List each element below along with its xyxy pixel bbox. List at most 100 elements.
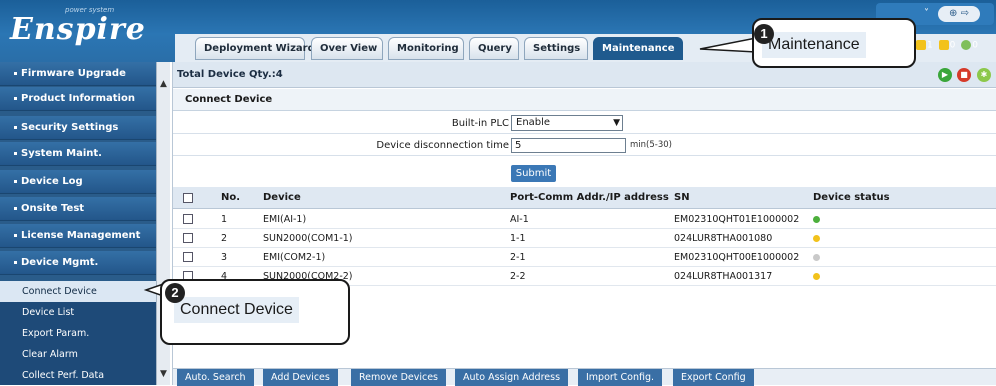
sidebar-item-label: Product Information: [21, 93, 135, 104]
stop-icon[interactable]: ■: [957, 68, 971, 82]
settings-icon[interactable]: ✱: [977, 68, 991, 82]
major-alarm-icon: [916, 40, 926, 50]
auto-assign-address-button[interactable]: Auto Assign Address: [455, 369, 569, 386]
row-device: SUN2000(COM1-1): [263, 233, 353, 244]
sidebar-item-label: System Maint.: [21, 148, 102, 159]
table-row[interactable]: 2 SUN2000(COM1-1) 1-1 024LUR8THA001080: [173, 229, 996, 248]
callout-2-number: 2: [165, 283, 185, 303]
logo-wordmark: Enspire: [10, 12, 146, 47]
row-checkbox[interactable]: [183, 233, 193, 243]
bullet-icon: [14, 96, 17, 100]
plc-label: Built-in PLC: [451, 118, 509, 129]
sidebar-item-device-mgmt[interactable]: Device Mgmt.: [0, 251, 156, 275]
row-device: EMI(AI-1): [263, 214, 307, 225]
tab-settings[interactable]: Settings: [524, 37, 588, 60]
row-no: 2: [221, 233, 228, 244]
sidebar-item-label: Onsite Test: [21, 203, 85, 214]
sidebar-item-license-management[interactable]: License Management: [0, 224, 156, 248]
sidebar-item-label: License Management: [21, 230, 141, 241]
chevron-down-icon: ▼: [613, 118, 620, 128]
tab-monitoring[interactable]: Monitoring: [388, 37, 464, 60]
form-row-disconnect: Device disconnection time 5 min(5-30): [173, 136, 996, 156]
submit-button[interactable]: Submit: [511, 165, 556, 182]
auto-search-button[interactable]: Auto. Search: [177, 369, 254, 386]
status-dot-icon: [813, 216, 820, 223]
sidebar-item-label: Security Settings: [21, 122, 119, 133]
disconnect-time-hint: min(5-30): [630, 140, 672, 150]
col-sn: SN: [674, 192, 690, 203]
sidebar-subitem-clear-alarm[interactable]: Clear Alarm: [0, 344, 156, 365]
select-all-checkbox[interactable]: [183, 193, 193, 203]
help-icon[interactable]: ⊕: [949, 8, 957, 19]
bullet-icon: [14, 233, 17, 237]
callout-connect-device: Connect Device: [160, 279, 350, 345]
play-icon[interactable]: ▶: [938, 68, 952, 82]
col-address: Port-Comm Addr./IP address: [510, 192, 669, 203]
row-device: EMI(COM2-1): [263, 252, 326, 263]
plc-select-value: Enable: [516, 117, 551, 128]
sidebar-item-onsite-test[interactable]: Onsite Test: [0, 197, 156, 221]
row-sn: EM02310QHT01E1000002: [674, 214, 800, 225]
tab-maintenance[interactable]: Maintenance: [593, 37, 683, 60]
row-address: AI-1: [510, 214, 529, 225]
table-row[interactable]: 3 EMI(COM2-1) 2-1 EM02310QHT00E1000002: [173, 248, 996, 267]
sidebar-item-device-log[interactable]: Device Log: [0, 170, 156, 194]
sidebar-item-firmware-upgrade[interactable]: Firmware Upgrade: [0, 62, 156, 86]
bullet-icon: [14, 151, 17, 155]
plc-select[interactable]: Enable ▼: [511, 115, 623, 131]
row-address: 2-1: [510, 252, 526, 263]
tab-deployment-wizard[interactable]: Deployment Wizard: [195, 37, 315, 60]
bullet-icon: [14, 260, 17, 264]
header-controls[interactable]: ˅ ⊕ ⇨: [924, 6, 980, 22]
sidebar-item-product-information[interactable]: Product Information: [0, 87, 156, 111]
status-dot-icon: [813, 273, 820, 280]
row-no: 1: [221, 214, 228, 225]
sidebar-item-system-maint[interactable]: System Maint.: [0, 142, 156, 166]
warning-alarm-icon: [961, 40, 972, 50]
row-checkbox[interactable]: [183, 252, 193, 262]
row-address: 2-2: [510, 271, 526, 282]
alarm-counters[interactable]: 1 0 0: [916, 40, 978, 51]
logo: power system Enspire: [10, 6, 160, 50]
sidebar-subitem-export-param[interactable]: Export Param.: [0, 323, 156, 344]
row-sn: 024LUR8THA001317: [674, 271, 773, 282]
bullet-icon: [14, 125, 17, 129]
col-status: Device status: [813, 192, 890, 203]
scroll-up-icon[interactable]: ▲: [157, 78, 170, 91]
sidebar-subitem-collect-perf-data[interactable]: Collect Perf. Data: [0, 365, 156, 385]
export-config-button[interactable]: Export Config: [673, 369, 754, 386]
disconnect-time-input[interactable]: 5: [511, 138, 626, 153]
sidebar-item-security-settings[interactable]: Security Settings: [0, 116, 156, 140]
col-no: No.: [221, 192, 241, 203]
import-config-button[interactable]: Import Config.: [578, 369, 663, 386]
row-sn: 024LUR8THA001080: [674, 233, 773, 244]
alarm-count-warning: 0: [972, 40, 978, 51]
row-sn: EM02310QHT00E1000002: [674, 252, 800, 263]
callout-maintenance: Maintenance: [752, 18, 916, 68]
alarm-count-minor: 0: [949, 40, 956, 51]
tab-query[interactable]: Query: [469, 37, 519, 60]
remove-devices-button[interactable]: Remove Devices: [351, 369, 447, 386]
disconnect-time-label: Device disconnection time: [376, 140, 509, 151]
bullet-icon: [14, 179, 17, 183]
scroll-down-icon[interactable]: ▼: [157, 368, 170, 381]
callout-1-text: Maintenance: [762, 32, 866, 58]
status-dot-icon: [813, 254, 820, 261]
sidebar-subitem-device-list[interactable]: Device List: [0, 302, 156, 323]
minor-alarm-icon: [938, 40, 949, 50]
logout-icon[interactable]: ⇨: [961, 8, 969, 19]
callout-1-number: 1: [754, 24, 774, 44]
sidebar-item-label: Device Mgmt.: [21, 257, 99, 268]
add-devices-button[interactable]: Add Devices: [263, 369, 338, 386]
chevron-down-icon[interactable]: ˅: [924, 6, 929, 22]
sidebar-item-label: Device Log: [21, 176, 83, 187]
row-checkbox[interactable]: [183, 214, 193, 224]
table-header: No. Device Port-Comm Addr./IP address SN…: [173, 187, 996, 209]
section-connect-device: Connect Device: [173, 89, 996, 111]
table-row[interactable]: 1 EMI(AI-1) AI-1 EM02310QHT01E1000002: [173, 210, 996, 229]
sidebar-subitem-connect-device[interactable]: Connect Device: [0, 281, 156, 302]
form-row-plc: Built-in PLC Enable ▼: [173, 114, 996, 134]
tab-over-view[interactable]: Over View: [311, 37, 383, 60]
row-no: 3: [221, 252, 228, 263]
col-device: Device: [263, 192, 301, 203]
